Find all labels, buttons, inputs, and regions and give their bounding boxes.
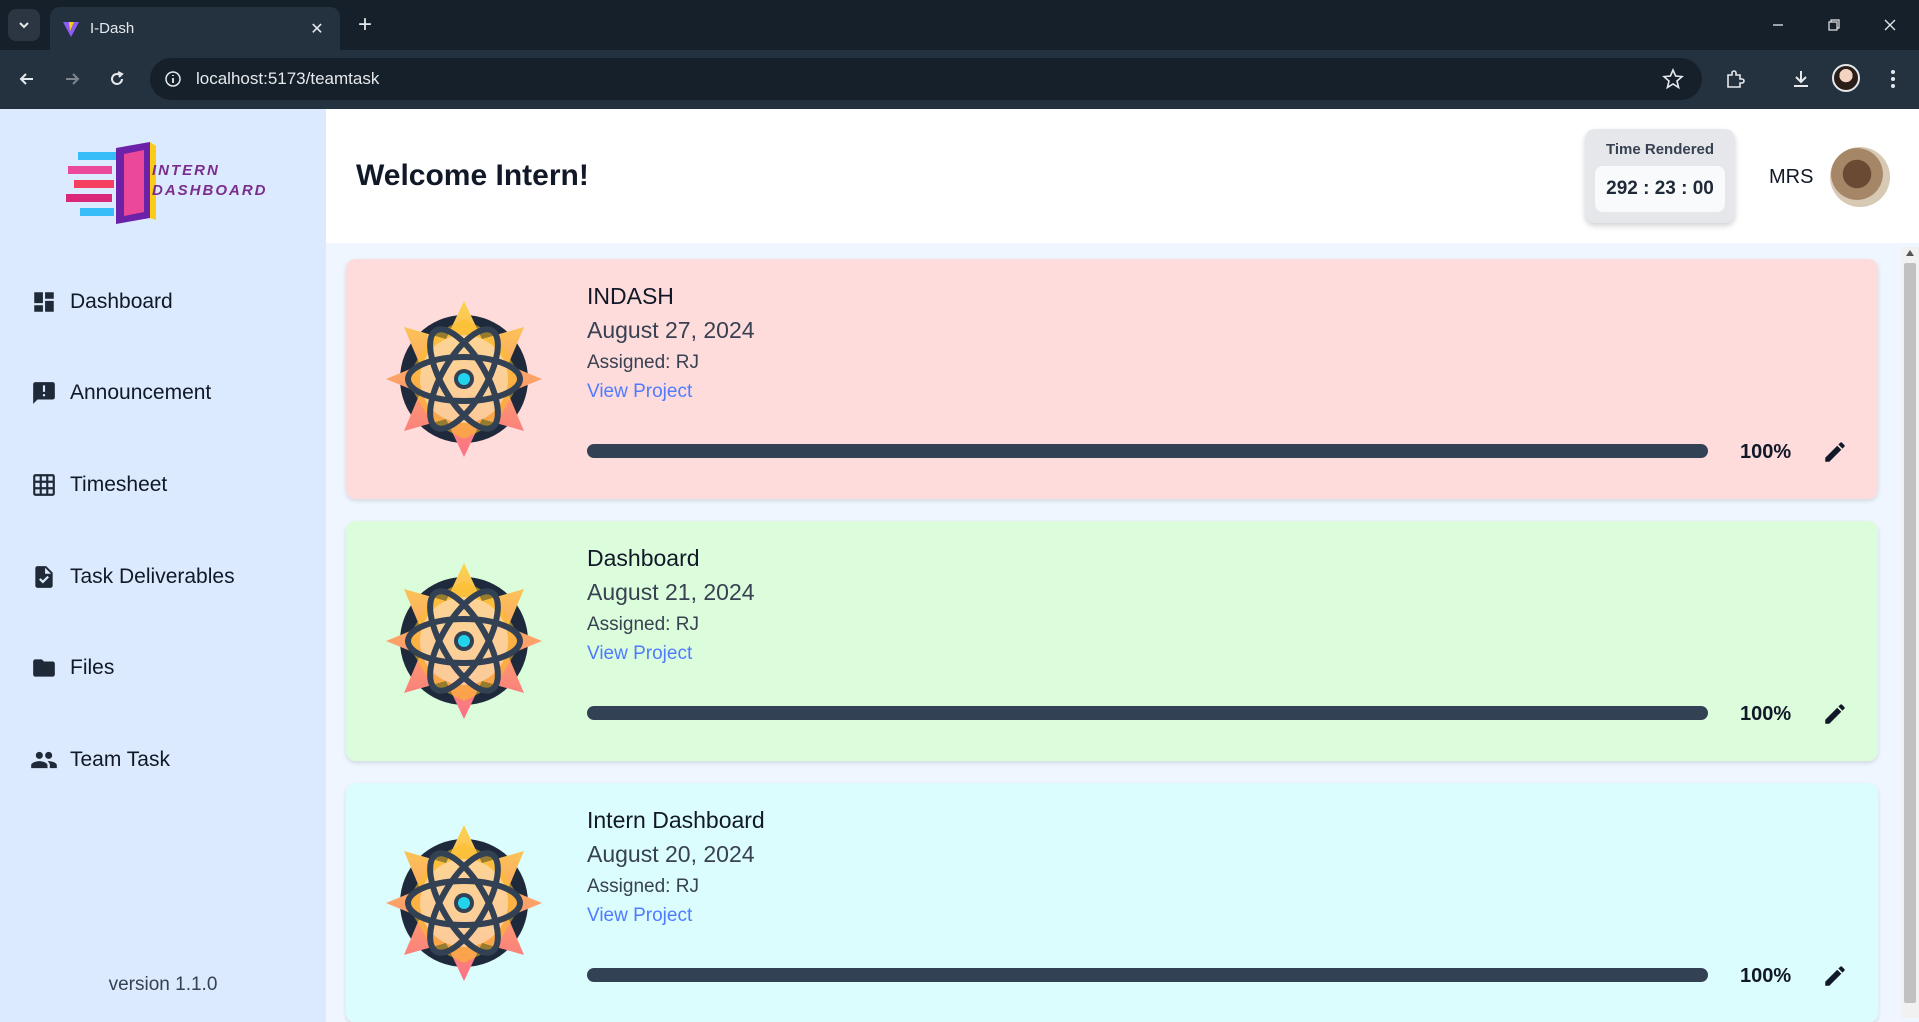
user-name: MRS: [1769, 166, 1814, 188]
info-icon: [165, 71, 181, 87]
project-title: INDASH: [587, 283, 674, 309]
progress-bar: [587, 706, 1708, 720]
chevron-down-icon: [19, 22, 29, 29]
project-card: Intern Dashboard August 20, 2024 Assigne…: [346, 783, 1878, 1022]
sidebar-item-task-deliverables[interactable]: Task Deliverables: [30, 557, 235, 597]
arrow-right-icon: [66, 73, 80, 85]
reload-button[interactable]: [100, 62, 134, 96]
sidebar-item-files[interactable]: Files: [30, 648, 114, 688]
project-date: August 27, 2024: [587, 317, 755, 343]
browser-tab-bar: I-Dash ✕ +: [0, 0, 1919, 50]
progress-text: 100%: [1740, 965, 1792, 987]
dashboard-icon: [30, 288, 58, 316]
logo-text-line1: INTERN: [152, 162, 220, 179]
sidebar-item-label: Announcement: [70, 381, 212, 404]
announcement-icon: [30, 379, 58, 407]
version-text: version 1.1.0: [108, 974, 218, 995]
tab-list-button[interactable]: [8, 9, 40, 41]
sidebar-item-team-task[interactable]: Team Task: [30, 740, 170, 780]
page-title: Welcome Intern!: [356, 159, 589, 192]
react-logo-icon: [386, 825, 542, 981]
project-date: August 21, 2024: [587, 579, 755, 605]
project-title: Dashboard: [587, 545, 700, 571]
progress-text: 100%: [1740, 703, 1792, 725]
sidebar-item-label: Dashboard: [70, 290, 173, 313]
project-date: August 20, 2024: [587, 841, 755, 867]
logo-text-line2: DASHBOARD: [152, 182, 268, 199]
progress-bar: [587, 968, 1708, 982]
browser-profile-avatar[interactable]: [1832, 64, 1860, 92]
team-task-list: INDASH August 27, 2024 Assigned: RJ View…: [326, 243, 1919, 1022]
minimize-icon: [1773, 24, 1783, 26]
sidebar-item-label: Timesheet: [70, 473, 168, 496]
pencil-icon: [1825, 704, 1845, 724]
sidebar-item-announcement[interactable]: Announcement: [30, 373, 211, 413]
logo-text: INTERN DASHBOARD: [152, 161, 268, 201]
restore-button[interactable]: [1806, 0, 1862, 50]
sidebar-item-timesheet[interactable]: Timesheet: [30, 465, 167, 505]
browser-menu-button[interactable]: [1876, 62, 1910, 96]
edit-button[interactable]: [1820, 699, 1850, 729]
page-header: Welcome Intern! Time Rendered 292 : 23 :…: [326, 109, 1919, 243]
sidebar-item-label: Team Task: [70, 748, 170, 771]
progress-text: 100%: [1740, 441, 1792, 463]
back-button[interactable]: [10, 62, 44, 96]
sidebar-item-dashboard[interactable]: Dashboard: [30, 282, 173, 322]
sidebar: INTERN DASHBOARD Dashboard Announcement …: [0, 109, 326, 1022]
view-project-link[interactable]: View Project: [587, 905, 692, 927]
pencil-icon: [1825, 442, 1845, 462]
progress-fill: [587, 968, 1708, 982]
project-assigned: Assigned: RJ: [587, 352, 699, 373]
sidebar-item-label: Task Deliverables: [70, 565, 235, 588]
address-bar[interactable]: localhost:5173/teamtask: [150, 58, 1702, 100]
scroll-up-arrow-icon[interactable]: [1906, 250, 1914, 256]
more-vertical-icon: [1891, 70, 1895, 88]
project-card: Dashboard August 21, 2024 Assigned: RJ V…: [346, 521, 1878, 761]
project-assigned: Assigned: RJ: [587, 614, 699, 635]
download-icon: [1794, 71, 1808, 87]
scroll-thumb[interactable]: [1904, 263, 1916, 1003]
minimize-button[interactable]: [1750, 0, 1806, 50]
task-file-icon: [30, 563, 58, 591]
edit-button[interactable]: [1820, 437, 1850, 467]
view-project-link[interactable]: View Project: [587, 643, 692, 665]
edit-button[interactable]: [1820, 961, 1850, 991]
close-tab-icon[interactable]: ✕: [306, 19, 328, 39]
extensions-button[interactable]: [1718, 62, 1752, 96]
browser-tab[interactable]: I-Dash ✕: [50, 7, 340, 50]
forward-button[interactable]: [55, 62, 89, 96]
downloads-button[interactable]: [1784, 62, 1818, 96]
progress-fill: [587, 444, 1708, 458]
new-tab-button[interactable]: +: [350, 10, 380, 40]
pencil-icon: [1825, 966, 1845, 986]
view-project-link[interactable]: View Project: [587, 381, 692, 403]
arrow-left-icon: [19, 73, 33, 85]
team-icon: [30, 746, 58, 774]
reload-icon: [111, 71, 124, 85]
time-rendered-label: Time Rendered: [1605, 141, 1715, 158]
url-text: localhost:5173/teamtask: [196, 69, 380, 88]
close-icon: [1884, 19, 1896, 31]
tab-title: I-Dash: [90, 20, 135, 37]
time-rendered-card: Time Rendered 292 : 23 : 00: [1585, 129, 1735, 223]
project-card: INDASH August 27, 2024 Assigned: RJ View…: [346, 259, 1878, 499]
star-icon[interactable]: [1662, 68, 1684, 90]
time-rendered-value: 292 : 23 : 00: [1595, 166, 1725, 212]
react-logo-icon: [386, 563, 542, 719]
project-title: Intern Dashboard: [587, 807, 765, 833]
react-logo-icon: [386, 301, 542, 457]
progress-fill: [587, 706, 1708, 720]
project-assigned: Assigned: RJ: [587, 876, 699, 897]
restore-icon: [1828, 19, 1840, 31]
vite-icon: [63, 21, 79, 37]
close-window-button[interactable]: [1862, 0, 1918, 50]
puzzle-icon: [1727, 70, 1745, 88]
folder-icon: [30, 654, 58, 682]
grid-icon: [30, 471, 58, 499]
scrollbar[interactable]: [1901, 247, 1919, 1018]
browser-toolbar: localhost:5173/teamtask: [0, 50, 1919, 109]
progress-bar: [587, 444, 1708, 458]
sidebar-item-label: Files: [70, 656, 115, 679]
avatar[interactable]: [1830, 147, 1890, 207]
